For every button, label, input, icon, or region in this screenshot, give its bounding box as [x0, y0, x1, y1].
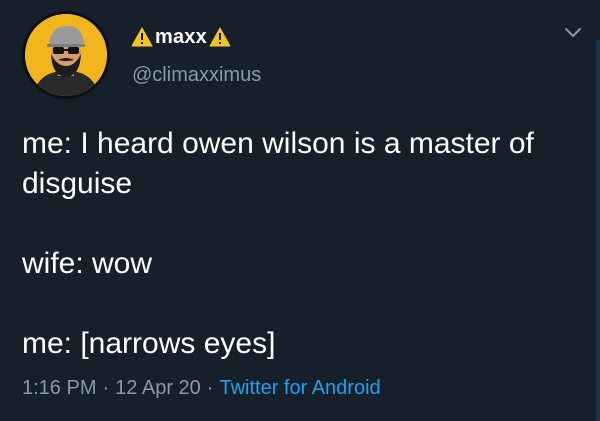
tweet-source-link[interactable]: Twitter for Android — [219, 377, 380, 400]
tweet-time[interactable]: 1:16 PM — [22, 377, 96, 400]
tweet-line: me: [narrows eyes] — [22, 327, 276, 360]
meta-separator: · — [102, 377, 110, 399]
warning-sign-icon — [209, 27, 231, 47]
chevron-down-icon[interactable] — [564, 26, 582, 38]
tweet-meta: 1:16 PM · 12 Apr 20 · Twitter for Androi… — [22, 377, 381, 400]
line-spacer — [22, 284, 588, 324]
display-name: maxx — [155, 25, 207, 48]
avatar-illustration — [25, 14, 107, 96]
scroll-edge — [596, 40, 600, 421]
line-spacer — [22, 204, 588, 244]
avatar[interactable] — [22, 11, 110, 99]
meta-separator: · — [206, 377, 214, 399]
tweet-card: maxx @climaxximus me: I heard owen wilso… — [0, 0, 600, 421]
tweet-line: wife: wow — [22, 247, 153, 280]
display-name-row[interactable]: maxx — [131, 24, 231, 50]
tweet-line: me: I heard owen wilson is a master of d… — [22, 127, 534, 200]
tweet-date[interactable]: 12 Apr 20 — [115, 377, 201, 400]
user-handle[interactable]: @climaxximus — [132, 64, 261, 87]
tweet-text: me: I heard owen wilson is a master of d… — [22, 124, 588, 364]
warning-sign-icon — [131, 27, 153, 47]
